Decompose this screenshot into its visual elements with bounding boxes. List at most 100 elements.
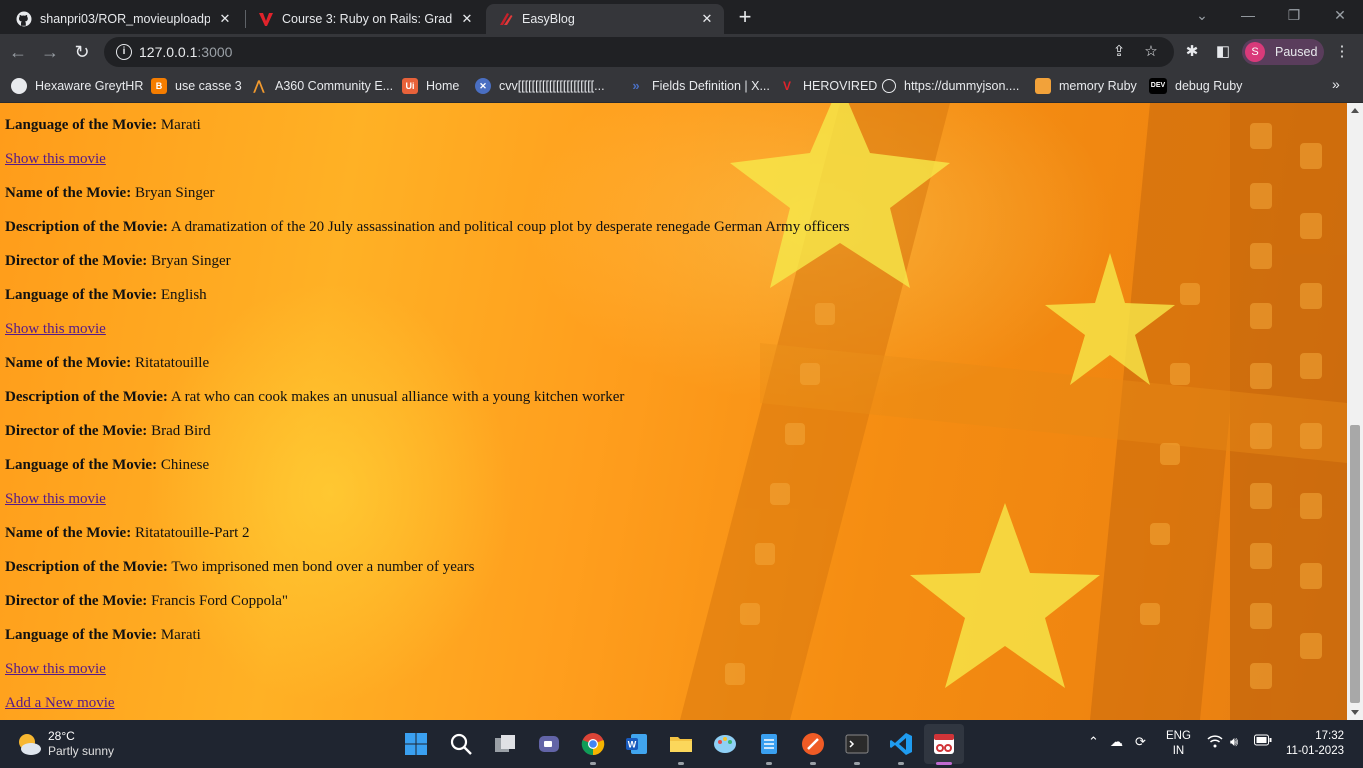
scroll-down-arrow[interactable] [1351,710,1359,715]
easyblog-icon [498,11,514,27]
tab-github[interactable]: shanpri03/ROR_movieuploadpag ✕ [4,4,242,34]
menu-icon[interactable]: ⋮ [1332,42,1352,62]
bookmark-cvv[interactable]: ✕ cvv[[[[[[[[[[[[[[[[[[[[[[... [475,76,605,96]
field-label: Language of the Movie: [5,457,158,473]
word-icon: W [626,734,647,754]
bookmark-hexaware[interactable]: Hexaware GreytHR [11,76,143,96]
minimize-button[interactable]: — [1234,4,1262,28]
volume-icon[interactable]: 🔊︎ [1230,734,1238,750]
share-icon[interactable]: ⇪ [1110,43,1128,61]
bookmark-memory-ruby[interactable]: memory Ruby [1035,76,1137,96]
language-code: ENG [1166,730,1191,742]
reload-button[interactable]: ↻ [70,40,94,64]
show-movie-link[interactable]: Show this movie [5,151,106,168]
field-label: Name of the Movie: [5,185,132,201]
word-button[interactable]: W [623,730,651,758]
globe-icon [11,78,27,94]
profile-button[interactable]: S Paused [1242,39,1324,65]
field-value: Bryan Singer [131,185,215,201]
extensions-icon[interactable]: ✱ [1182,42,1202,62]
page-scrollbar[interactable] [1347,103,1363,720]
tab-course[interactable]: Course 3: Ruby on Rails: Graded ✕ [246,4,484,34]
show-movie-link[interactable]: Show this movie [5,491,106,508]
close-icon[interactable]: ✕ [698,10,716,28]
more-bookmarks-icon[interactable]: » [1332,76,1340,92]
close-icon[interactable]: ✕ [216,10,234,28]
herovired-icon: V [782,79,791,93]
bookmarks-bar: Hexaware GreytHR B use casse 3 ⋀ A360 Co… [0,70,1363,103]
globe-icon [882,79,896,93]
course-icon [258,11,274,27]
start-button[interactable] [402,730,430,758]
dev-icon: DEV [1149,78,1167,94]
onedrive-icon[interactable]: ☁ [1110,734,1123,750]
scroll-up-arrow[interactable] [1351,108,1359,113]
taskbar-search-button[interactable] [447,730,475,758]
bookmark-fields-definition[interactable]: » Fields Definition | X... [628,76,770,96]
postman-icon [802,733,824,755]
field-value: Marati [157,117,201,133]
side-panel-icon[interactable]: ◧ [1213,42,1233,62]
field-label: Description of the Movie: [5,219,168,235]
close-icon[interactable]: ✕ [458,10,476,28]
show-hidden-icons[interactable]: ⌃ [1088,734,1099,750]
vscode-button[interactable] [887,730,915,765]
bookmark-a360[interactable]: ⋀ A360 Community E... [251,76,393,96]
tab-easyblog[interactable]: EasyBlog ✕ [486,4,724,34]
snipping-tool-button[interactable] [924,724,964,765]
address-bar[interactable]: i 127.0.0.1:3000 ⇪ ☆ [104,37,1174,67]
chrome-button[interactable] [579,730,607,765]
tab-strip: shanpri03/ROR_movieuploadpag ✕ Course 3:… [0,0,1363,34]
movie-name-row: Name of the Movie: Bryan Singer [5,185,215,202]
wifi-icon[interactable] [1207,734,1223,751]
weather-temperature: 28°C [48,729,75,743]
forward-button[interactable]: → [38,40,62,64]
movie-name-row: Name of the Movie: Ritatatouille [5,355,209,372]
site-info-icon[interactable]: i [116,44,132,60]
field-value: A rat who can cook makes an unusual alli… [167,389,625,405]
bookmark-herovired[interactable]: V HEROVIRED [779,76,877,96]
movie-director-row: Director of the Movie: Francis Ford Copp… [5,593,288,610]
movie-description-row: Description of the Movie: A rat who can … [5,389,624,406]
weather-widget[interactable]: 28°C Partly sunny [16,729,114,759]
teams-chat-button[interactable] [535,730,563,758]
sync-icon[interactable]: ⟳ [1135,734,1146,750]
paint-button[interactable] [711,730,739,758]
close-window-button[interactable]: ✕ [1326,4,1354,28]
field-value: A dramatization of the 20 July assassina… [167,219,850,235]
weather-description: Partly sunny [48,744,115,758]
bookmark-use-casse-3[interactable]: B use casse 3 [151,76,242,96]
battery-icon[interactable] [1254,734,1272,749]
postman-button[interactable] [799,730,827,765]
profile-status: Paused [1275,45,1318,59]
tab-search-icon[interactable]: ⌄ [1188,4,1216,28]
browser-toolbar: ← → ↻ i 127.0.0.1:3000 ⇪ ☆ ✱ ◧ S Paused … [0,34,1363,70]
file-explorer-button[interactable] [667,730,695,765]
show-movie-link[interactable]: Show this movie [5,321,106,338]
restore-button[interactable]: ❐ [1280,4,1308,28]
snipping-tool-icon [934,734,954,754]
input-language[interactable]: ENG IN [1166,729,1191,759]
back-button[interactable]: ← [6,40,30,64]
bookmark-debug-ruby[interactable]: DEV debug Ruby [1149,76,1242,96]
word-badge: W [628,740,637,750]
system-clock[interactable]: 17:32 11-01-2023 [1286,729,1344,759]
field-label: Language of the Movie: [5,627,158,643]
terminal-button[interactable] [843,730,871,765]
new-tab-button[interactable]: + [733,6,757,30]
url-text[interactable]: 127.0.0.1:3000 [139,44,232,60]
folder-icon [670,737,692,752]
add-new-movie-link[interactable]: Add a New movie [5,695,115,712]
bookmark-dummyjson[interactable]: https://dummyjson.... [882,76,1019,96]
task-view-button[interactable] [491,730,519,758]
scrollbar-thumb[interactable] [1350,425,1360,703]
show-movie-link[interactable]: Show this movie [5,661,106,678]
movie-description-row: Description of the Movie: A dramatizatio… [5,219,850,236]
bookmark-home[interactable]: Ui Home [402,76,459,96]
bookmark-star-icon[interactable]: ☆ [1142,43,1160,61]
tab-title: EasyBlog [522,12,575,26]
notepad-button[interactable] [755,730,783,765]
tab-title: shanpri03/ROR_movieuploadpag [40,12,210,26]
bookmark-label: cvv[[[[[[[[[[[[[[[[[[[[[[... [499,79,605,93]
chat-icon [539,736,559,752]
